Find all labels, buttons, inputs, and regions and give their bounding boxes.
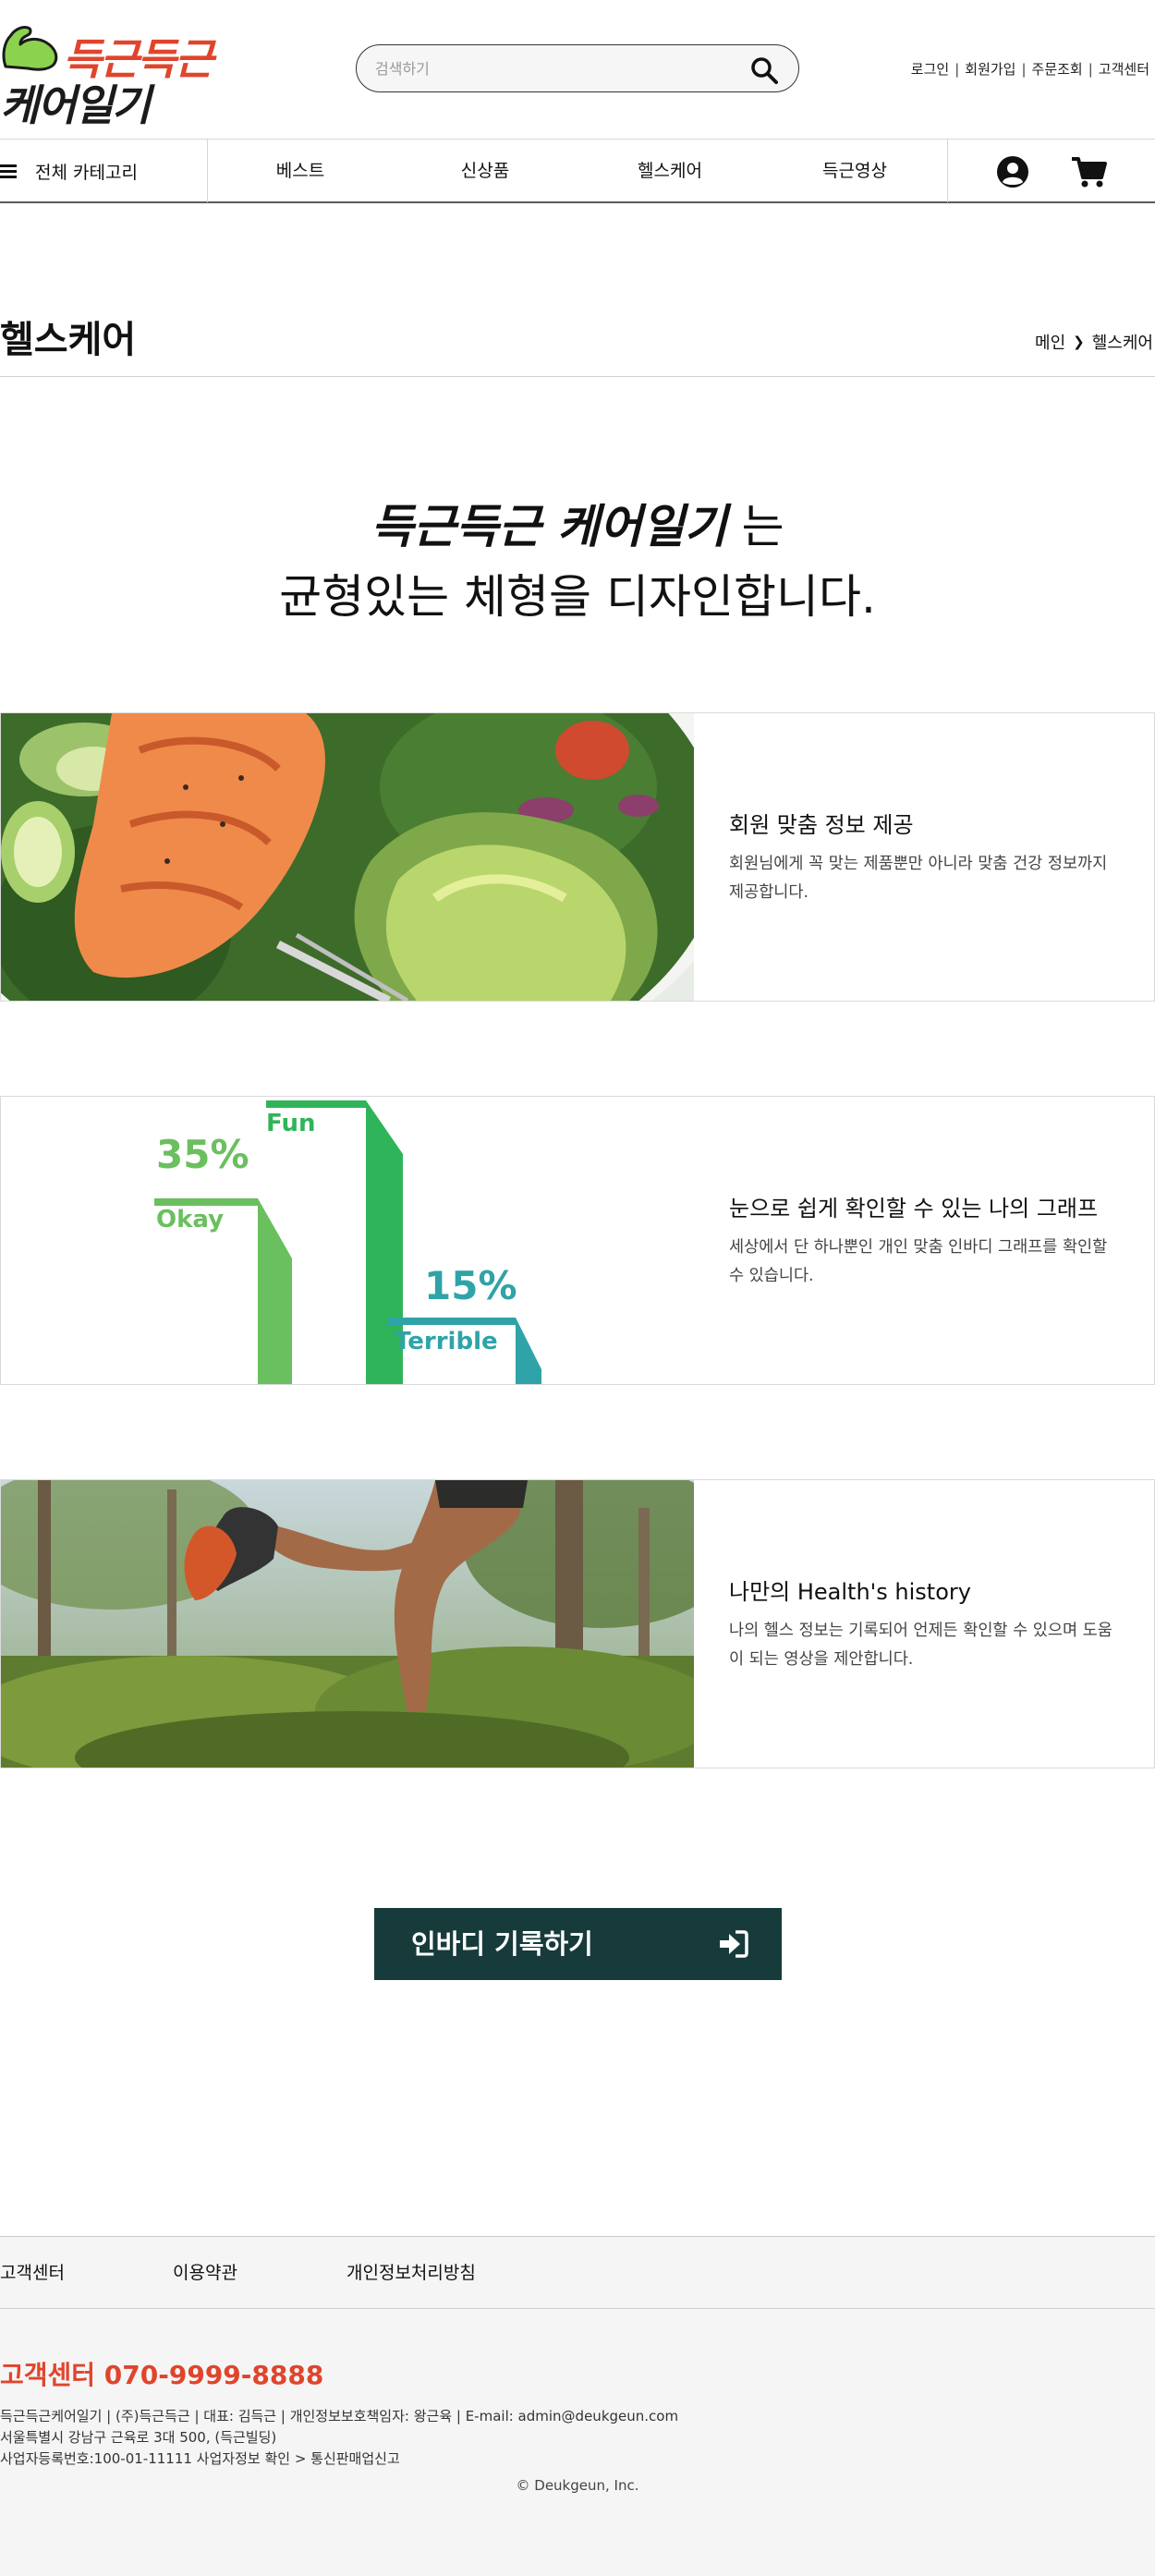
sign-in-icon bbox=[720, 1930, 748, 1958]
company-info: 득근득근케어일기 | (주)득근득근 | 대표: 김득근 | 개인정보보호책임자… bbox=[0, 2406, 678, 2470]
customer-center-link[interactable]: 고객센터 bbox=[1099, 61, 1149, 78]
feature-text: 눈으로 쉽게 확인할 수 있는 나의 그래프 세상에서 단 하나뿐인 개인 맞춤… bbox=[729, 1097, 1117, 1384]
all-categories-button[interactable]: 전체 카테고리 bbox=[0, 140, 208, 202]
feature-title: 나만의 Health's history bbox=[729, 1579, 971, 1605]
separator: | bbox=[1021, 61, 1027, 78]
graph-percent-okay: 35% bbox=[156, 1132, 249, 1177]
hero-brand: 득근득근 케어일기 bbox=[371, 500, 727, 553]
hero-line2: 균형있는 체형을 디자인합니다. bbox=[279, 570, 876, 624]
chevron-right-icon: ❯ bbox=[1073, 334, 1085, 350]
copyright: © Deukgeun, Inc. bbox=[516, 2477, 639, 2494]
graph-label-fun: Fun bbox=[266, 1110, 316, 1137]
running-legs-photo bbox=[1, 1480, 694, 1768]
graph-label-terrible: Terrible bbox=[395, 1328, 498, 1355]
separator: | bbox=[1088, 61, 1093, 78]
feature-description: 나의 헬스 정보는 기록되어 언제든 확인할 수 있으며 도움이 되는 영상을 … bbox=[729, 1622, 1112, 1669]
hamburger-icon bbox=[0, 164, 17, 178]
top-utility-links: 로그인 | 회원가입 | 주문조회 | 고객센터 bbox=[911, 59, 1149, 79]
separator: | bbox=[954, 61, 960, 78]
breadcrumb: 메인 ❯ 헬스케어 bbox=[1035, 330, 1153, 354]
feature-description: 회원님에게 꼭 맞는 제품뿐만 아니라 맞춤 건강 정보까지 제공합니다. bbox=[729, 855, 1108, 902]
logo-text-bottom: 케어일기 bbox=[0, 80, 151, 130]
company-info-line: 득근득근케어일기 | (주)득근득근 | 대표: 김득근 | 개인정보보호책임자… bbox=[0, 2408, 679, 2424]
nav-menu: 베스트 신상품 헬스케어 득근영상 bbox=[208, 140, 947, 202]
business-registration: 사업자등록번호:100-01-11111 사업자정보 확인 > 통신판매업신고 bbox=[0, 2450, 400, 2467]
nav-item-best[interactable]: 베스트 bbox=[276, 140, 324, 202]
salmon-salad-photo bbox=[1, 713, 694, 1001]
main-nav: 전체 카테고리 베스트 신상품 헬스케어 득근영상 bbox=[0, 139, 1155, 203]
breadcrumb-current: 헬스케어 bbox=[1091, 334, 1153, 353]
graph-label-okay: Okay bbox=[156, 1206, 225, 1233]
graph-illustration: 35% Okay Fun 15% Terrible bbox=[1, 1097, 694, 1384]
page-title: 헬스케어 bbox=[0, 319, 137, 361]
feature-title: 회원 맞춤 정보 제공 bbox=[729, 812, 914, 838]
company-address: 서울특별시 강남구 근육로 3대 500, (득근빌딩) bbox=[0, 2429, 277, 2446]
footer-links: 고객센터 이용약관 개인정보처리방침 bbox=[0, 2237, 1155, 2309]
feature-text: 나만의 Health's history 나의 헬스 정보는 기록되어 언제든 … bbox=[729, 1480, 1117, 1768]
inbody-record-button[interactable]: 인바디 기록하기 bbox=[374, 1908, 782, 1980]
feature-description: 세상에서 단 하나뿐인 개인 맞춤 인바디 그래프를 확인할 수 있습니다. bbox=[729, 1238, 1108, 1285]
nav-item-new[interactable]: 신상품 bbox=[461, 140, 509, 202]
feature-card: 35% Okay Fun 15% Terrible 눈으로 쉽게 확인할 수 있… bbox=[0, 1096, 1155, 1385]
all-categories-label: 전체 카테고리 bbox=[35, 162, 138, 183]
search-icon[interactable] bbox=[750, 56, 778, 84]
site-footer: 고객센터 이용약관 개인정보처리방침 고객센터 070-9999-8888 득근… bbox=[0, 2236, 1155, 2576]
hero-line1-suffix: 는 bbox=[726, 500, 784, 553]
search-box bbox=[356, 44, 799, 92]
search-input[interactable] bbox=[375, 55, 726, 82]
feature-title: 눈으로 쉽게 확인할 수 있는 나의 그래프 bbox=[729, 1196, 1099, 1221]
footer-link-privacy[interactable]: 개인정보처리방침 bbox=[346, 2237, 476, 2309]
site-logo[interactable]: 득근득근 케어일기 bbox=[0, 18, 213, 130]
cart-icon[interactable] bbox=[1070, 155, 1107, 188]
customer-center-phone: 고객센터 070-9999-8888 bbox=[0, 2360, 324, 2390]
graph-percent-terrible: 15% bbox=[424, 1263, 517, 1308]
hero-heading: 득근득근 케어일기 는 균형있는 체형을 디자인합니다. bbox=[0, 492, 1155, 632]
footer-link-customer-center[interactable]: 고객센터 bbox=[0, 2237, 65, 2309]
footer-link-terms[interactable]: 이용약관 bbox=[173, 2237, 237, 2309]
title-divider bbox=[0, 376, 1155, 377]
login-link[interactable]: 로그인 bbox=[911, 61, 949, 78]
feature-card: 회원 맞춤 정보 제공 회원님에게 꼭 맞는 제품뿐만 아니라 맞춤 건강 정보… bbox=[0, 712, 1155, 1002]
nav-item-video[interactable]: 득근영상 bbox=[822, 140, 887, 202]
nav-item-healthcare[interactable]: 헬스케어 bbox=[638, 140, 702, 202]
order-lookup-link[interactable]: 주문조회 bbox=[1032, 61, 1083, 78]
feature-text: 회원 맞춤 정보 제공 회원님에게 꼭 맞는 제품뿐만 아니라 맞춤 건강 정보… bbox=[729, 713, 1117, 1001]
hero-line1: 득근득근 케어일기 는 bbox=[0, 492, 1155, 562]
feature-card: 나만의 Health's history 나의 헬스 정보는 기록되어 언제든 … bbox=[0, 1479, 1155, 1768]
nav-icons bbox=[947, 140, 1155, 202]
signup-link[interactable]: 회원가입 bbox=[965, 61, 1015, 78]
site-header: 득근득근 케어일기 로그인 | 회원가입 | 주문조회 | 고객센터 bbox=[0, 0, 1155, 139]
flexed-arm-icon bbox=[2, 26, 58, 71]
inbody-record-label: 인바디 기록하기 bbox=[411, 1928, 593, 1960]
user-account-icon[interactable] bbox=[994, 155, 1031, 188]
breadcrumb-home[interactable]: 메인 bbox=[1035, 330, 1065, 354]
